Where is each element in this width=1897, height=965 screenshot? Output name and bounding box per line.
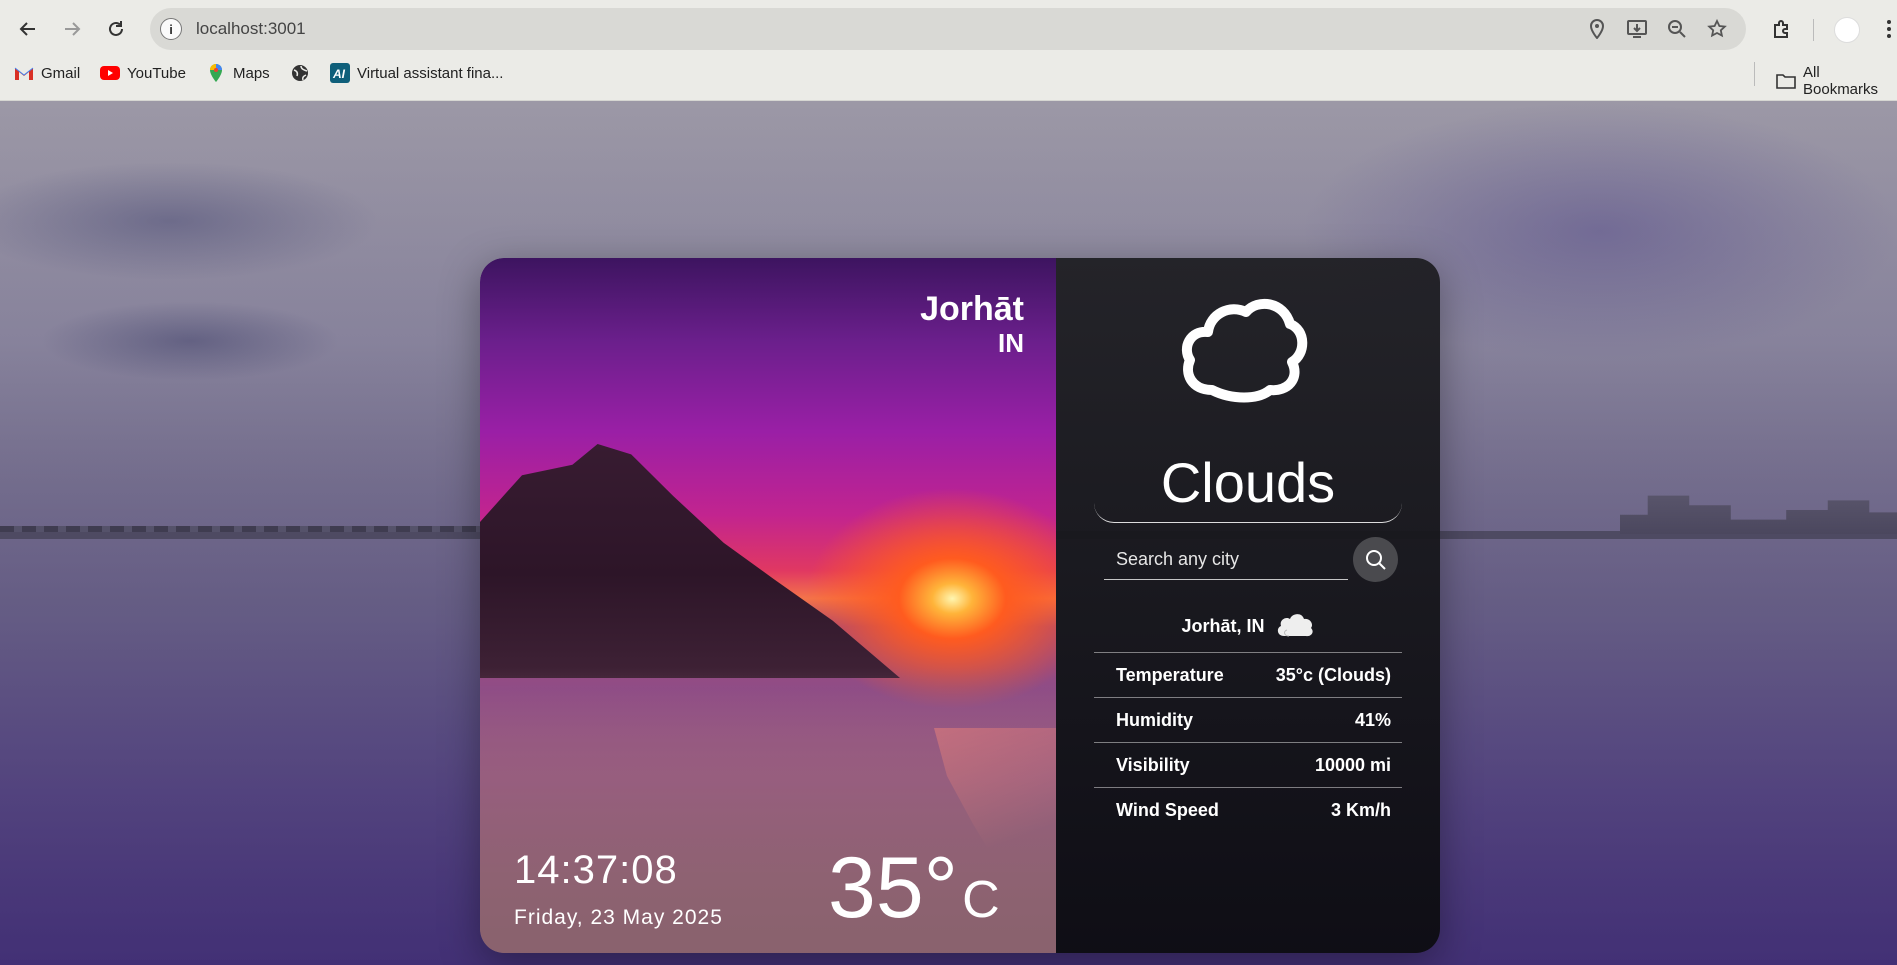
- background-pier: [0, 526, 480, 532]
- bookmarks-divider: [1754, 62, 1755, 86]
- browser-chrome: i localhost:3001 Gmail YouTube Maps AI V…: [0, 0, 1897, 101]
- bookmark-label: Gmail: [41, 64, 81, 82]
- search-icon: [1365, 549, 1386, 570]
- forward-icon[interactable]: [56, 13, 88, 45]
- reload-icon[interactable]: [100, 13, 132, 45]
- install-app-icon[interactable]: [1625, 17, 1649, 41]
- temperature-unit: C: [962, 871, 1000, 929]
- address-bar[interactable]: i localhost:3001: [150, 8, 1746, 50]
- stat-row-wind-speed: Wind Speed 3 Km/h: [1094, 787, 1402, 832]
- bookmark-star-icon[interactable]: [1705, 17, 1729, 41]
- location-pin-icon[interactable]: [1585, 17, 1609, 41]
- bookmark-globe[interactable]: [290, 64, 310, 82]
- bookmarks-bar: Gmail YouTube Maps AI Virtual assistant …: [0, 60, 1897, 98]
- bookmark-maps[interactable]: Maps: [206, 64, 270, 82]
- cloud-icon: [1178, 294, 1310, 404]
- city-heading: Jorhāt IN: [920, 290, 1024, 358]
- stat-row-humidity: Humidity 41%: [1094, 697, 1402, 742]
- folder-icon: [1776, 72, 1796, 90]
- city-name: Jorhāt: [920, 290, 1024, 328]
- toolbar-divider: [1813, 19, 1814, 41]
- stat-value: 35°c (Clouds): [1275, 664, 1391, 685]
- weather-info-panel: Clouds Jorhāt, IN Temperature 35°c (Clou…: [1056, 258, 1440, 953]
- bookmark-virtual-assistant[interactable]: AI Virtual assistant fina...: [330, 63, 504, 83]
- ai-icon: AI: [330, 63, 350, 83]
- maps-icon: [206, 64, 226, 82]
- weather-image-panel: Jorhāt IN 14:37:08 Friday, 23 May 2025 3…: [480, 258, 1056, 953]
- all-bookmarks-label: All Bookmarks: [1803, 64, 1879, 98]
- weather-card: Jorhāt IN 14:37:08 Friday, 23 May 2025 3…: [480, 258, 1440, 953]
- zoom-icon[interactable]: [1665, 17, 1689, 41]
- current-date: Friday, 23 May 2025: [514, 906, 723, 929]
- search-button[interactable]: [1353, 537, 1398, 582]
- search-input[interactable]: [1104, 540, 1348, 578]
- stat-row-temperature: Temperature 35°c (Clouds): [1094, 652, 1402, 697]
- all-bookmarks[interactable]: All Bookmarks: [1776, 64, 1897, 98]
- background-buildings: [1620, 495, 1897, 534]
- stat-value: 10000 mi: [1314, 754, 1391, 775]
- city-search: [1104, 540, 1348, 580]
- weather-condition: Clouds: [1094, 443, 1402, 523]
- stat-label: Humidity: [1116, 709, 1194, 730]
- globe-icon: [290, 64, 310, 82]
- background-cloud: [40, 301, 340, 381]
- back-icon[interactable]: [12, 13, 44, 45]
- sunset-mountain: [480, 444, 900, 678]
- stat-value: 3 Km/h: [1330, 799, 1391, 820]
- bookmark-label: Virtual assistant fina...: [357, 64, 504, 82]
- location-summary: Jorhāt, IN: [1056, 610, 1440, 643]
- bookmark-youtube[interactable]: YouTube: [100, 64, 186, 82]
- profile-avatar[interactable]: [1834, 17, 1860, 43]
- stat-row-visibility: Visibility 10000 mi: [1094, 742, 1402, 787]
- bookmark-gmail[interactable]: Gmail: [14, 64, 80, 82]
- stat-label: Temperature: [1116, 664, 1224, 685]
- weather-stats-table: Temperature 35°c (Clouds) Humidity 41% V…: [1094, 652, 1402, 832]
- location-label: Jorhāt, IN: [1181, 616, 1265, 636]
- background-cloud: [0, 161, 380, 281]
- bookmark-label: YouTube: [127, 64, 186, 82]
- small-cloud-icon: [1275, 610, 1315, 643]
- youtube-icon: [100, 64, 120, 82]
- gmail-icon: [14, 64, 34, 82]
- big-temperature: 35°C: [828, 838, 1000, 950]
- site-info-icon[interactable]: i: [160, 18, 182, 40]
- svg-text:AI: AI: [332, 67, 346, 81]
- temperature-value: 35°: [828, 840, 959, 936]
- stat-label: Wind Speed: [1116, 799, 1219, 820]
- country-code: IN: [998, 328, 1024, 358]
- current-time: 14:37:08: [514, 848, 678, 892]
- stat-label: Visibility: [1116, 754, 1190, 775]
- bookmark-label: Maps: [233, 64, 270, 82]
- page-background: Jorhāt IN 14:37:08 Friday, 23 May 2025 3…: [0, 101, 1897, 965]
- url-text[interactable]: localhost:3001: [196, 19, 306, 39]
- extensions-icon[interactable]: [1765, 13, 1797, 45]
- menu-icon[interactable]: [1880, 13, 1897, 45]
- stat-value: 41%: [1354, 709, 1391, 730]
